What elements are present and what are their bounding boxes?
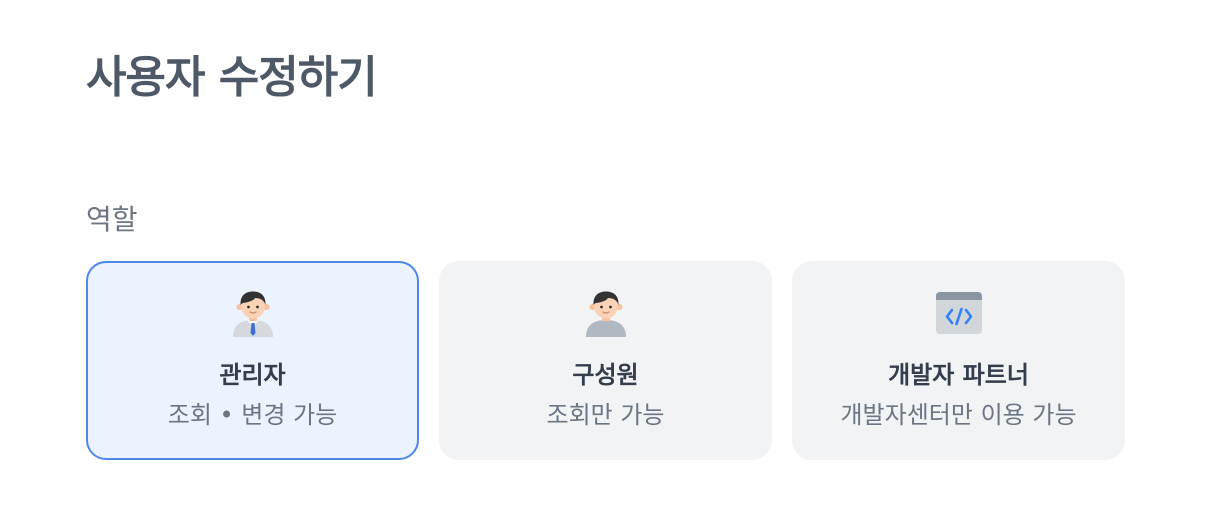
role-name: 개발자 파트너 [888,361,1029,389]
role-description: 조회 • 변경 가능 [167,401,338,429]
role-option-developer-partner[interactable]: 개발자 파트너 개발자센터만 이용 가능 [792,261,1125,460]
role-description: 개발자센터만 이용 가능 [840,401,1077,429]
role-option-admin[interactable]: 관리자 조회 • 변경 가능 [86,261,419,460]
page-title: 사용자 수정하기 [86,52,378,103]
code-window-icon [933,287,985,339]
role-option-member[interactable]: 구성원 조회만 가능 [439,261,772,460]
role-description: 조회만 가능 [546,401,665,429]
member-person-icon [580,287,632,339]
role-section-label: 역할 [86,203,138,236]
admin-person-icon [227,287,279,339]
role-name: 구성원 [572,361,639,389]
role-name: 관리자 [219,361,286,389]
